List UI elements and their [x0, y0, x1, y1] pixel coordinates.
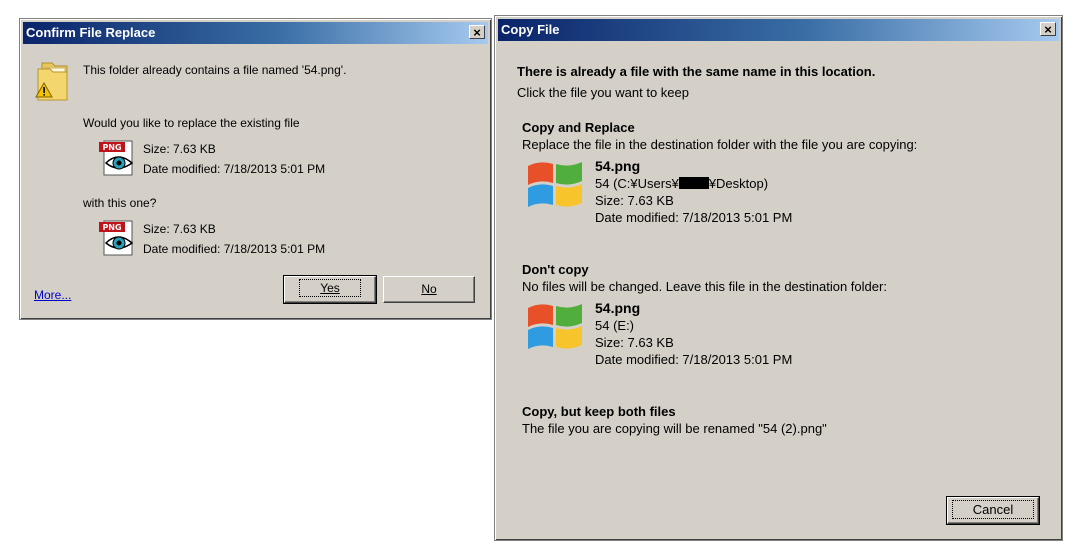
- option-title: Don't copy: [522, 262, 589, 277]
- copy-dialog-close-button[interactable]: ×: [1040, 22, 1056, 36]
- option-file-date: Date modified: 7/18/2013 5:01 PM: [595, 210, 793, 225]
- confirm-dialog-close-button[interactable]: ×: [469, 25, 485, 39]
- copy-heading: There is already a file with the same na…: [517, 64, 876, 79]
- option-file-size: Size: 7.63 KB: [595, 335, 674, 350]
- confirm-dialog-titlebar[interactable]: Confirm File Replace ×: [23, 22, 488, 44]
- option-description: No files will be changed. Leave this fil…: [522, 279, 887, 294]
- close-icon: ×: [1044, 22, 1052, 37]
- option-title: Copy, but keep both files: [522, 404, 676, 419]
- windows-logo-icon: [528, 162, 582, 207]
- option-dont-copy[interactable]: Don't copy No files will be changed. Lea…: [517, 260, 1047, 372]
- no-button-label: No: [421, 282, 437, 296]
- option-file-location: 54 (E:): [595, 318, 635, 333]
- option-file-name: 54.png: [595, 158, 641, 174]
- option-file-name: 54.png: [595, 300, 641, 316]
- copy-dialog-titlebar[interactable]: Copy File ×: [498, 19, 1059, 41]
- cancel-button[interactable]: Cancel: [946, 496, 1040, 525]
- option-file-date: Date modified: 7/18/2013 5:01 PM: [595, 352, 793, 367]
- confirm-dialog-title: Confirm File Replace: [26, 25, 156, 40]
- incoming-file-size: Size: 7.63 KB: [143, 222, 216, 236]
- png-file-icon: PNG: [99, 140, 134, 176]
- with-this-one-label: with this one?: [83, 196, 157, 210]
- svg-text:PNG: PNG: [102, 223, 121, 232]
- existing-file-size: Size: 7.63 KB: [143, 142, 216, 156]
- copy-subheading: Click the file you want to keep: [517, 85, 689, 100]
- location-prefix: 54 (C:¥Users¥: [595, 176, 679, 191]
- more-link[interactable]: More...: [34, 288, 71, 302]
- folder-warning-icon: [35, 62, 68, 101]
- option-keep-both[interactable]: Copy, but keep both files The file you a…: [517, 402, 1047, 442]
- close-icon: ×: [473, 25, 481, 40]
- svg-text:PNG: PNG: [102, 143, 121, 152]
- cancel-button-label: Cancel: [951, 500, 1035, 519]
- copy-file-dialog: Copy File × There is already a file with…: [494, 15, 1063, 541]
- option-description: Replace the file in the destination fold…: [522, 137, 918, 152]
- option-file-location: 54 (C:¥Users¥ ¥Desktop): [595, 176, 768, 191]
- yes-button[interactable]: Yes: [283, 275, 377, 304]
- replace-question: Would you like to replace the existing f…: [83, 116, 300, 130]
- option-title: Copy and Replace: [522, 120, 635, 135]
- png-file-icon: PNG: [99, 220, 134, 256]
- replace-message: This folder already contains a file name…: [83, 63, 347, 77]
- redacted-username: [678, 177, 709, 189]
- copy-dialog-title: Copy File: [501, 22, 560, 37]
- no-button[interactable]: No: [383, 276, 475, 303]
- confirm-file-replace-dialog: Confirm File Replace × This folder alrea…: [19, 18, 492, 320]
- option-file-size: Size: 7.63 KB: [595, 193, 674, 208]
- existing-file-date: Date modified: 7/18/2013 5:01 PM: [143, 162, 326, 176]
- incoming-file-date: Date modified: 7/18/2013 5:01 PM: [143, 242, 326, 256]
- yes-button-label: Yes: [299, 279, 361, 297]
- option-description: The file you are copying will be renamed…: [522, 421, 827, 436]
- option-copy-and-replace[interactable]: Copy and Replace Replace the file in the…: [517, 118, 1047, 230]
- windows-logo-icon: [528, 304, 582, 349]
- location-suffix: ¥Desktop): [708, 176, 769, 191]
